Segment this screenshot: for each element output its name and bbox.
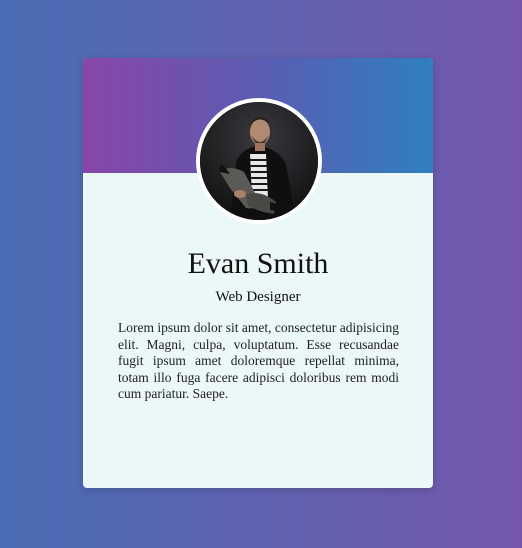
- profile-role: Web Designer: [215, 289, 301, 305]
- profile-name: Evan Smith: [187, 247, 329, 280]
- profile-bio: Lorem ipsum dolor sit amet, consectetur …: [118, 320, 399, 401]
- avatar-photo: [200, 102, 318, 220]
- avatar: [196, 98, 322, 224]
- profile-card: Evan Smith Web Designer Lorem ipsum dolo…: [83, 58, 433, 488]
- page-background: { "profile": { "name": "Evan Smith", "ro…: [0, 0, 522, 548]
